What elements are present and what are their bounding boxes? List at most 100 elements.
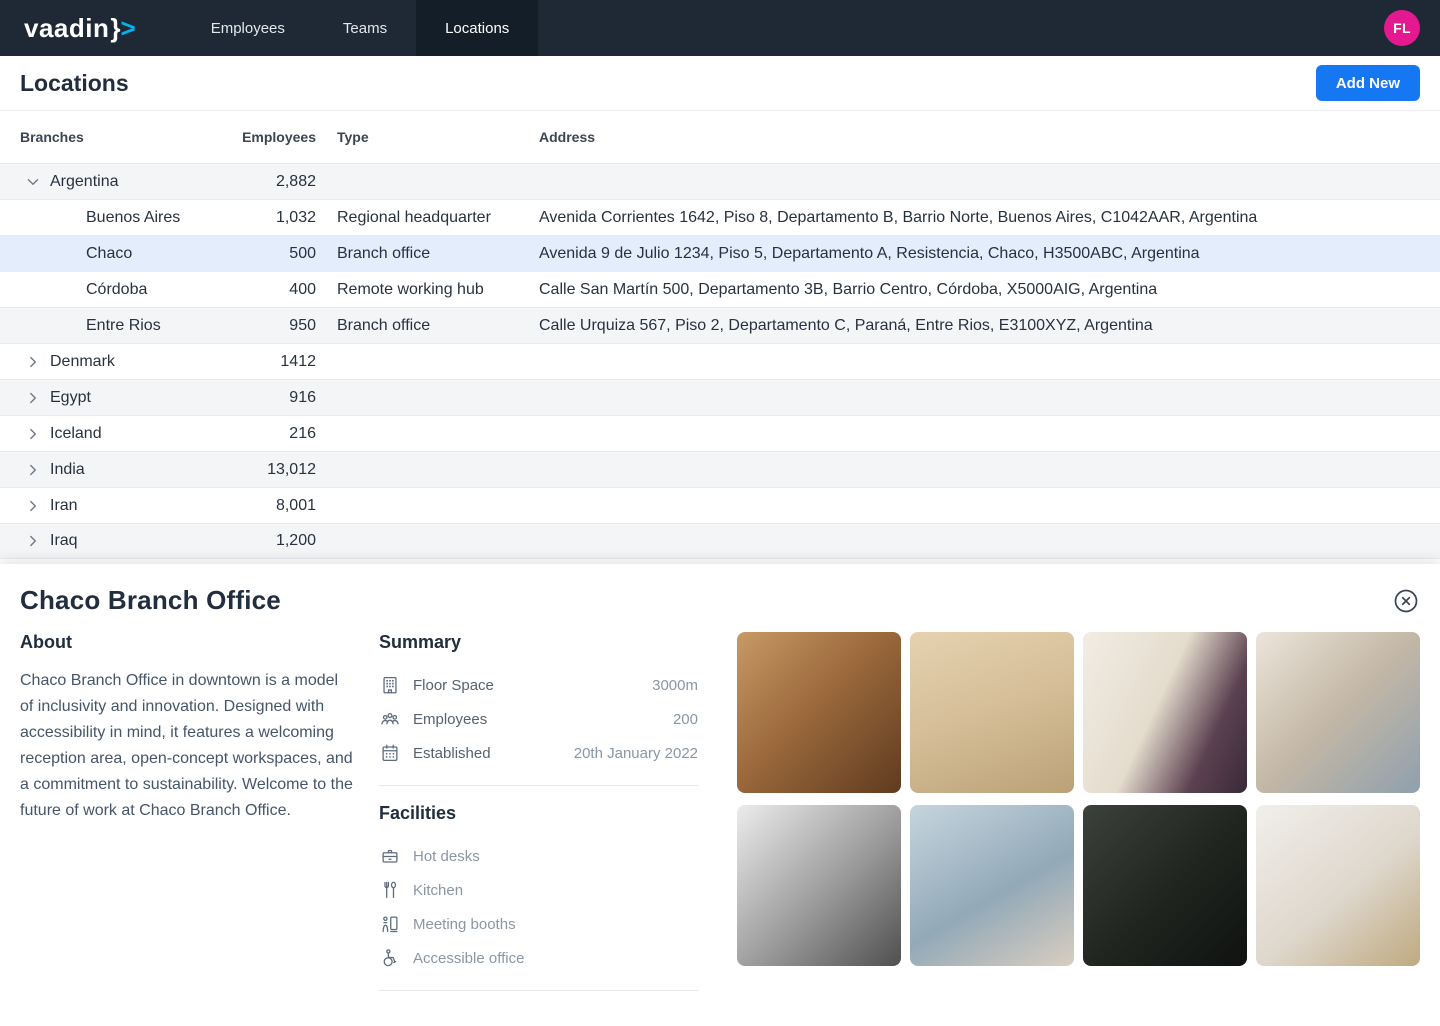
branch-name: Córdoba	[86, 281, 147, 299]
cutlery-icon	[379, 879, 401, 901]
country-name: Iran	[50, 497, 78, 515]
facility-label: Kitchen	[413, 882, 463, 899]
country-name: India	[50, 461, 85, 479]
tree-row-iran[interactable]: Iran8,001	[0, 487, 1440, 523]
tree-row-entre-rios[interactable]: Entre Rios 950Branch officeCalle Urquiza …	[0, 307, 1440, 343]
summary-facilities-column: Summary Floor Space3000mEmployees200Esta…	[379, 632, 698, 991]
branch-name: Entre Rios	[86, 317, 161, 335]
nav-tab-teams[interactable]: Teams	[314, 0, 416, 56]
employee-count: 916	[220, 389, 316, 407]
nav-tab-locations[interactable]: Locations	[416, 0, 538, 56]
country-name: Egypt	[50, 389, 91, 407]
navbar-spacer	[538, 0, 1384, 56]
detail-header: Chaco Branch Office	[20, 564, 1420, 616]
employee-count: 500	[220, 245, 316, 263]
summary-list: Floor Space3000mEmployees200Established2…	[379, 668, 698, 770]
photo-dark-office	[1083, 805, 1247, 966]
tree-row-chaco[interactable]: Chaco500Branch officeAvenida 9 de Julio …	[0, 235, 1440, 271]
photo-team-laptops	[737, 632, 901, 793]
facility-label: Meeting booths	[413, 916, 516, 933]
branch-address: Calle San Martín 500, Departamento 3B, B…	[539, 281, 1420, 299]
employee-count: 950	[220, 317, 316, 335]
cell-branch: Iceland	[20, 425, 220, 443]
facility-label: Accessible office	[413, 950, 524, 967]
summary-value: 20th January 2022	[574, 745, 698, 762]
facilities-divider	[379, 990, 698, 991]
nav-tab-employees[interactable]: Employees	[182, 0, 314, 56]
employee-count: 2,882	[220, 173, 316, 191]
about-text: Chaco Branch Office in downtown is a mod…	[20, 668, 355, 824]
people-icon	[379, 708, 401, 730]
column-header-type[interactable]: Type	[316, 129, 539, 145]
add-new-button[interactable]: Add New	[1316, 65, 1420, 101]
desk-icon	[379, 845, 401, 867]
country-name: Iraq	[50, 532, 78, 550]
branch-address: Avenida 9 de Julio 1234, Piso 5, Departa…	[539, 245, 1420, 263]
column-header-address[interactable]: Address	[539, 129, 1420, 145]
employee-count: 400	[220, 281, 316, 299]
building-icon	[379, 674, 401, 696]
summary-divider	[379, 785, 698, 786]
employee-count: 216	[220, 425, 316, 443]
facility-label: Hot desks	[413, 848, 480, 865]
page-title: Locations	[20, 70, 1316, 97]
chevron-right-icon[interactable]	[25, 426, 41, 442]
photo-coffee-window	[910, 805, 1074, 966]
chevron-right-icon[interactable]	[25, 533, 41, 549]
calendar-icon	[379, 742, 401, 764]
summary-label: Established	[413, 745, 574, 762]
cell-branch: India	[20, 461, 220, 479]
tree-row-argentina[interactable]: Argentina 2,882	[0, 163, 1440, 199]
photo-desk-overhead	[910, 632, 1074, 793]
branch-name: Buenos Aires	[86, 209, 180, 227]
tree-row-iceland[interactable]: Iceland216	[0, 415, 1440, 451]
cell-branch: Buenos Aires	[20, 209, 220, 227]
column-header-branches[interactable]: Branches	[20, 129, 220, 145]
close-icon[interactable]	[1392, 587, 1420, 615]
logo-brace: }	[110, 13, 120, 44]
branch-type: Branch office	[316, 317, 539, 335]
branch-type: Remote working hub	[316, 281, 539, 299]
photo-man-laptop-bw	[737, 805, 901, 966]
photo-gallery	[737, 632, 1420, 991]
photo-wireframe-sketch	[1083, 632, 1247, 793]
logo-arrow-icon: >	[121, 13, 136, 44]
tree-row-buenos-aires[interactable]: Buenos Aires1,032Regional headquarterAve…	[0, 199, 1440, 235]
cell-branch: Córdoba	[20, 281, 220, 299]
summary-heading: Summary	[379, 632, 698, 653]
cell-branch: Egypt	[20, 389, 220, 407]
facility-item-accessible-office: Accessible office	[379, 941, 698, 975]
chevron-right-icon[interactable]	[25, 498, 41, 514]
summary-label: Employees	[413, 711, 673, 728]
cell-branch: Argentina	[20, 173, 220, 191]
chevron-right-icon[interactable]	[25, 462, 41, 478]
booth-icon	[379, 913, 401, 935]
tree-row-córdoba[interactable]: Córdoba 400Remote working hubCalle San Ma…	[0, 271, 1440, 307]
tree-row-denmark[interactable]: Denmark1412	[0, 343, 1440, 379]
cell-branch: Iraq	[20, 532, 220, 550]
chevron-right-icon[interactable]	[25, 390, 41, 406]
cell-branch: Chaco	[20, 245, 220, 263]
vaadin-logo[interactable]: vaadin } >	[0, 0, 182, 56]
column-header-employees[interactable]: Employees	[220, 129, 316, 145]
tree-row-iraq[interactable]: Iraq1,200	[0, 523, 1440, 559]
page-header: Locations Add New	[0, 56, 1440, 111]
chevron-right-icon[interactable]	[25, 354, 41, 370]
locations-tree-grid: Branches Employees Type Address Argentin…	[0, 111, 1440, 559]
facilities-heading: Facilities	[379, 803, 698, 824]
photo-meeting-room	[1256, 805, 1420, 966]
detail-body: About Chaco Branch Office in downtown is…	[20, 632, 1420, 991]
grid-header-row: Branches Employees Type Address	[0, 111, 1440, 163]
summary-item-established: Established20th January 2022	[379, 736, 698, 770]
about-heading: About	[20, 632, 355, 653]
user-avatar[interactable]: FL	[1384, 10, 1420, 46]
tree-row-egypt[interactable]: Egypt 916	[0, 379, 1440, 415]
tree-row-india[interactable]: India13,012	[0, 451, 1440, 487]
grid-rows: Argentina 2,882 Buenos Aires1,032Regional …	[0, 163, 1440, 559]
branch-type: Regional headquarter	[316, 209, 539, 227]
country-name: Argentina	[50, 173, 119, 191]
chevron-down-icon[interactable]	[25, 174, 41, 190]
summary-label: Floor Space	[413, 677, 652, 694]
cell-branch: Denmark	[20, 353, 220, 371]
branch-address: Calle Urquiza 567, Piso 2, Departamento …	[539, 317, 1420, 335]
